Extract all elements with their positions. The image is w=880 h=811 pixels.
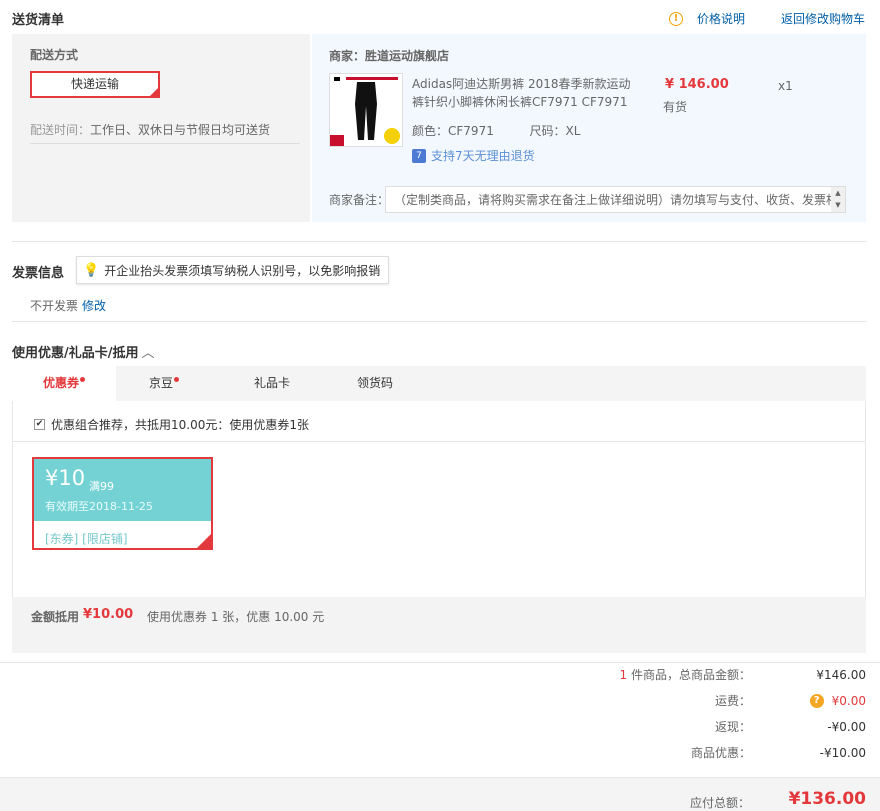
coupon-tags: [东券] [限店铺] bbox=[45, 532, 128, 546]
discount-label: 商品优惠： bbox=[690, 746, 751, 760]
tab-label: 领货码 bbox=[356, 376, 393, 390]
invoice-status: 不开发票 修改 bbox=[30, 297, 106, 314]
coupon-section-title-text: 使用优惠/礼品卡/抵用 bbox=[12, 346, 139, 361]
size-value: XL bbox=[565, 124, 581, 138]
shop-name-value: 胜道运动旗舰店 bbox=[365, 49, 450, 63]
shipping-time-label: 配送时间： bbox=[30, 123, 91, 137]
deduction-label: 金额抵用 bbox=[31, 610, 80, 624]
color-value: CF7971 bbox=[448, 124, 494, 138]
combo-recommendation[interactable]: ✔ 优惠组合推荐，共抵用10.00元：使用优惠券1张 bbox=[34, 416, 309, 433]
summary-shipping: 运费： ? ¥0.00 bbox=[715, 692, 866, 709]
return-7day-icon: 7 bbox=[412, 148, 426, 163]
price-note-link[interactable]: 价格说明 bbox=[697, 10, 745, 27]
tab-gift-card[interactable]: 礼品卡 bbox=[222, 366, 322, 401]
notification-dot-icon bbox=[174, 377, 179, 382]
info-icon: ! bbox=[668, 11, 683, 26]
divider bbox=[12, 321, 866, 322]
tab-label: 京豆 bbox=[148, 376, 173, 390]
stock-status: 有货 bbox=[663, 100, 688, 114]
deduction-bar bbox=[12, 597, 866, 653]
coupon-amount: ¥10 bbox=[45, 466, 86, 490]
shipping-fee-value: ¥0.00 bbox=[831, 693, 866, 708]
item-count-suffix: 件商品，总商品金额： bbox=[627, 668, 751, 682]
summary-count-label: 1 件商品，总商品金额： bbox=[620, 666, 751, 683]
shop-label: 商家： bbox=[329, 49, 366, 63]
selected-corner-icon bbox=[195, 532, 213, 550]
invoice-title: 发票信息 bbox=[12, 266, 65, 281]
payable-label: 应付总额： bbox=[689, 796, 750, 810]
tab-coupons[interactable]: 优惠券 bbox=[12, 366, 116, 401]
invoice-tip: 💡 开企业抬头发票须填写纳税人识别号，以免影响报销 bbox=[76, 256, 390, 284]
checkbox-checked-icon[interactable]: ✔ bbox=[34, 419, 45, 430]
deduction-description: 使用优惠券 1 张，优惠 10.00 元 bbox=[147, 610, 325, 624]
cashback-value: -¥0.00 bbox=[827, 719, 866, 734]
chevron-up-icon: ︿ bbox=[141, 346, 155, 361]
deduction-amount: ¥10.00 bbox=[83, 607, 134, 622]
shipping-method-text: 快递运输 bbox=[70, 77, 119, 91]
divider bbox=[0, 662, 880, 663]
merchant-remark-placeholder: （定制类商品，请将购买需求在备注上做详细说明）请勿填写与支付、收货、发票相关内容 bbox=[394, 193, 846, 207]
shipping-time-value: 工作日、双休日与节假日均可送货 bbox=[90, 123, 271, 137]
return-policy[interactable]: 7 支持7天无理由退货 bbox=[412, 147, 535, 164]
shipping-method-button[interactable]: 快递运输 bbox=[30, 71, 160, 98]
coupon-condition: 满99 bbox=[89, 480, 114, 493]
product-thumbnail[interactable] bbox=[329, 73, 403, 147]
back-to-cart-link[interactable]: 返回修改购物车 bbox=[781, 10, 865, 27]
coupon-section-title[interactable]: 使用优惠/礼品卡/抵用 ︿ bbox=[12, 342, 155, 361]
tab-jingdou[interactable]: 京豆 bbox=[116, 366, 212, 401]
divider bbox=[30, 143, 300, 144]
merchant-remark-input[interactable]: （定制类商品，请将购买需求在备注上做详细说明）请勿填写与支付、收货、发票相关内容… bbox=[385, 186, 846, 213]
invoice-status-text: 不开发票 bbox=[30, 299, 79, 313]
divider bbox=[12, 241, 866, 242]
tab-redeem-code[interactable]: 领货码 bbox=[325, 366, 425, 401]
coupon-expiry: 有效期至2018-11-25 bbox=[45, 500, 153, 513]
discount-value: -¥10.00 bbox=[819, 745, 866, 760]
coupon-card-header: ¥10 满99 有效期至2018-11-25 bbox=[34, 459, 211, 521]
shipping-fee: ? ¥0.00 bbox=[751, 693, 866, 708]
coupon-card[interactable]: ¥10 满99 有效期至2018-11-25 [东券] [限店铺] bbox=[32, 457, 213, 550]
remark-scrollbar[interactable]: ▲ ▼ bbox=[831, 187, 845, 212]
tab-label: 优惠券 bbox=[42, 376, 79, 390]
summary-cashback: 返现： -¥0.00 bbox=[715, 718, 866, 735]
header-links: ! 价格说明 返回修改购物车 bbox=[668, 10, 865, 27]
goods-total-value: ¥146.00 bbox=[816, 667, 866, 682]
color-label: 颜色： bbox=[412, 124, 449, 138]
shop-name: 商家：胜道运动旗舰店 bbox=[329, 47, 449, 64]
product-quantity: x1 bbox=[778, 79, 793, 93]
invoice-edit-link[interactable]: 修改 bbox=[82, 299, 106, 313]
question-icon[interactable]: ? bbox=[809, 693, 824, 708]
shipping-time: 配送时间：工作日、双休日与节假日均可送货 bbox=[30, 121, 270, 138]
section-title-delivery-list: 送货清单 bbox=[12, 13, 65, 28]
merchant-remark-label: 商家备注： bbox=[329, 193, 390, 207]
product-price: ¥ 146.00 bbox=[665, 77, 729, 92]
invoice-tip-text: 开企业抬头发票须填写纳税人识别号，以免影响报销 bbox=[104, 263, 381, 278]
shipping-fee-label: 运费： bbox=[714, 694, 751, 708]
selected-corner-icon bbox=[148, 86, 160, 98]
product-title[interactable]: Adidas阿迪达斯男裤 2018春季新款运动裤针织小脚裤休闲长裤CF7971 … bbox=[412, 75, 632, 111]
summary-goods-total: 1 件商品，总商品金额： ¥146.00 bbox=[620, 666, 866, 683]
divider bbox=[12, 441, 866, 442]
product-attributes: 颜色：CF7971 尺码：XL bbox=[412, 122, 580, 139]
cashback-label: 返现： bbox=[714, 720, 751, 734]
tab-label: 礼品卡 bbox=[253, 376, 290, 390]
pants-image-icon bbox=[330, 74, 402, 146]
return-policy-text: 支持7天无理由退货 bbox=[431, 149, 535, 163]
summary-discount: 商品优惠： -¥10.00 bbox=[691, 744, 866, 761]
notification-dot-icon bbox=[80, 377, 85, 382]
payable-amount: ¥136.00 bbox=[788, 789, 866, 809]
lightbulb-icon: 💡 bbox=[83, 262, 100, 278]
shipping-method-label: 配送方式 bbox=[30, 48, 79, 62]
size-label: 尺码： bbox=[529, 124, 566, 138]
combo-text: 优惠组合推荐，共抵用10.00元：使用优惠券1张 bbox=[51, 418, 309, 432]
